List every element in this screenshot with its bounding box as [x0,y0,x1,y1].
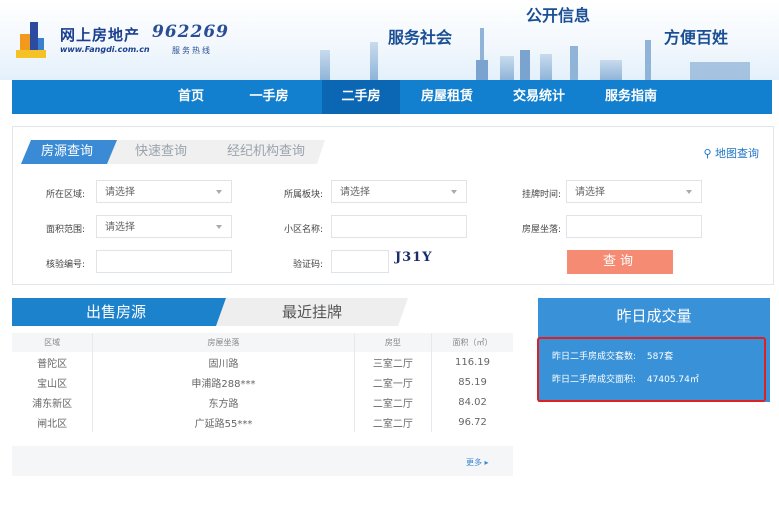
cell-address[interactable]: 申浦路288*** [92,372,355,392]
chevron-down-icon [216,190,222,194]
col-header-layout: 房型 [354,333,433,352]
col-header-district: 区域 [12,333,94,352]
map-search-label: 地图查询 [715,147,759,160]
area-range-label: 面积范围: [45,225,85,235]
block-select-value: 请选择 [340,187,370,198]
verify-no-label: 核验编号: [45,260,85,270]
slogan-serve-society: 服务社会 [388,28,453,47]
area-range-select-value: 请选择 [105,222,135,233]
site-logo-text[interactable]: 网上房地产 [60,24,140,45]
community-input[interactable] [331,215,467,238]
cell-area: 84.02 [458,396,487,408]
cell-address[interactable]: 东方路 [92,392,355,412]
cell-layout: 二室二厅 [354,392,433,412]
table-footer [12,446,513,476]
site-header: 网上房地产 www.Fangdi.com.cn 962269 服务热线 服务社会… [0,0,779,80]
chevron-down-icon [686,190,692,194]
cell-address[interactable]: 广延路55*** [92,412,355,432]
location-pin-icon: ⚲ [703,147,715,160]
tab-recent-listings[interactable]: 最近挂牌 [216,298,408,326]
chevron-down-icon [451,190,457,194]
location-input[interactable] [566,215,702,238]
verify-no-input[interactable] [96,250,232,273]
site-logo-url: www.Fangdi.com.cn [60,45,150,54]
listing-time-select[interactable]: 请选择 [566,180,702,203]
cell-layout: 二室一厅 [354,372,433,392]
cell-district: 宝山区 [12,372,94,392]
listing-table: 区域 房屋坐落 房型 面积（㎡） 普陀区 固川路 三室二厅 116.19 宝山区… [12,333,513,432]
captcha-label: 验证码: [292,260,323,270]
tab-quick-search[interactable]: 快速查询 [121,140,187,164]
query-button[interactable]: 查询 [567,250,673,274]
cell-area: 116.19 [455,356,491,368]
table-row[interactable]: 宝山区 申浦路288*** 二室一厅 85.19 [12,372,513,392]
listing-time-label: 挂牌时间: [521,190,561,200]
captcha-input[interactable] [331,250,389,273]
nav-item-guide[interactable]: 服务指南 [592,80,670,114]
tab-for-sale[interactable]: 出售房源 [12,298,230,326]
main-nav: 首页 一手房 二手房 房屋租赁 交易统计 服务指南 [12,80,772,114]
table-row[interactable]: 普陀区 固川路 三室二厅 116.19 [12,352,513,372]
nav-item-home[interactable]: 首页 [158,80,224,114]
search-panel: 房源查询 快速查询 经纪机构查询 ⚲ 地图查询 所在区域: 请选择 所属板块: … [12,126,774,285]
house-logo-icon [16,22,46,58]
district-label: 所在区域: [45,190,85,200]
cell-district: 浦东新区 [12,392,94,412]
nav-item-statistics[interactable]: 交易统计 [500,80,578,114]
cell-layout: 三室二厅 [354,352,433,372]
hotline-number: 962269 [152,22,229,42]
block-label: 所属板块: [283,190,323,200]
col-header-area: 面积（㎡） [431,333,513,352]
area-range-select[interactable]: 请选择 [96,215,232,238]
cell-layout: 二室二厅 [354,412,433,432]
map-search-link[interactable]: ⚲ 地图查询 [703,145,759,161]
cell-address[interactable]: 固川路 [92,352,355,372]
yesterday-deals-title: 昨日成交量 [616,307,692,325]
tab-agency-search[interactable]: 经纪机构查询 [213,140,305,164]
chevron-down-icon [216,225,222,229]
cell-area: 96.72 [458,416,487,428]
location-label: 房屋坐落: [521,225,561,235]
hotline-caption: 服务热线 [172,46,212,55]
tab-listing-search[interactable]: 房源查询 [27,140,93,164]
nav-item-new-homes[interactable]: 一手房 [236,80,302,114]
nav-item-second-hand[interactable]: 二手房 [322,80,400,114]
nav-item-rental[interactable]: 房屋租赁 [408,80,486,114]
more-link[interactable]: 更多 ▸ [466,457,489,468]
table-row[interactable]: 浦东新区 东方路 二室二厅 84.02 [12,392,513,412]
block-select[interactable]: 请选择 [331,180,467,203]
district-select[interactable]: 请选择 [96,180,232,203]
highlight-box [537,337,766,402]
captcha-image[interactable]: J31Y [395,250,475,274]
slogan-public-info: 公开信息 [526,6,591,25]
cell-district: 闸北区 [12,412,94,432]
cell-district: 普陀区 [12,352,94,372]
col-header-address: 房屋坐落 [92,333,355,352]
table-row[interactable]: 闸北区 广延路55*** 二室二厅 96.72 [12,412,513,432]
slogan-convenience: 方便百姓 [664,28,729,47]
district-select-value: 请选择 [105,187,135,198]
community-label: 小区名称: [283,225,323,235]
listing-time-select-value: 请选择 [575,187,605,198]
cell-area: 85.19 [458,376,487,388]
